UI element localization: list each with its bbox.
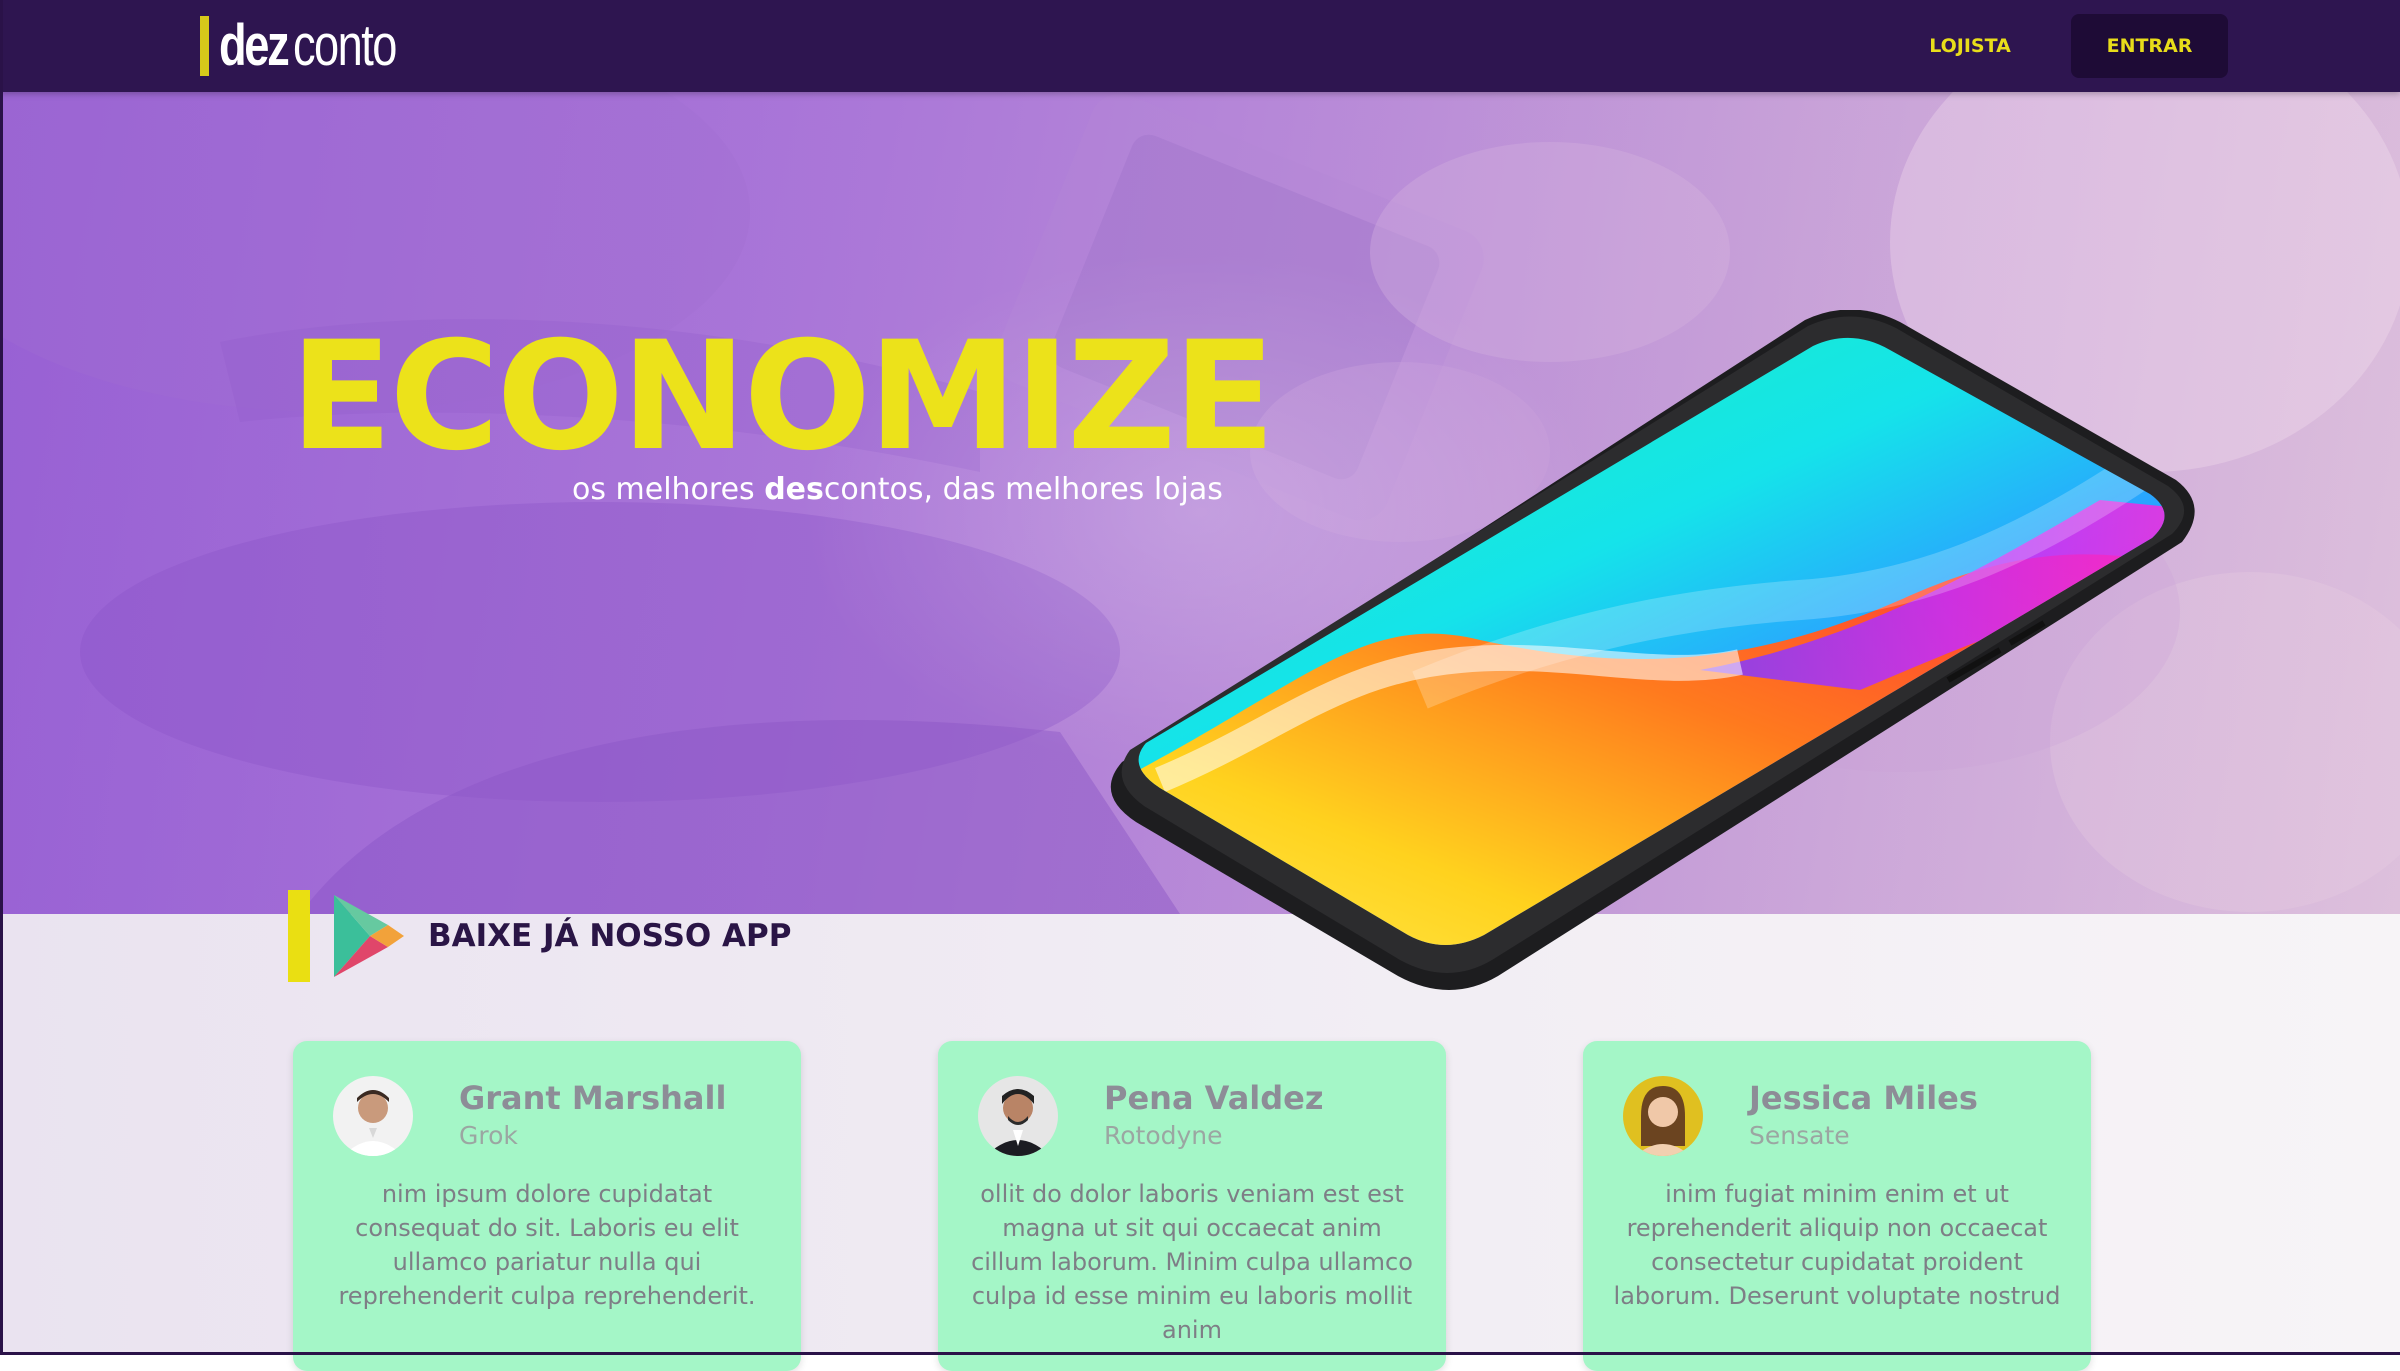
cta-accent-bar bbox=[288, 890, 310, 982]
testimonial-text: nim ipsum dolore cupidatat consequat do … bbox=[338, 1180, 756, 1310]
hero-subtitle-bold: des bbox=[764, 472, 824, 507]
testimonial-company: Grok bbox=[459, 1121, 518, 1150]
download-app-label: BAIXE JÁ NOSSO APP bbox=[428, 918, 792, 954]
page-frame-edge bbox=[0, 0, 3, 1355]
testimonial-card: Grant Marshall Grok nim ipsum dolore cup… bbox=[293, 1041, 801, 1371]
testimonial-company: Rotodyne bbox=[1104, 1121, 1223, 1150]
smartphone-illustration bbox=[1110, 310, 2195, 990]
testimonial-name: Pena Valdez bbox=[1104, 1079, 1324, 1117]
testimonial-card: Jessica Miles Sensate inim fugiat minim … bbox=[1583, 1041, 2091, 1371]
logo-accent-bar bbox=[200, 16, 209, 76]
avatar bbox=[978, 1076, 1058, 1156]
testimonial-text: ollit do dolor laboris veniam est est ma… bbox=[971, 1180, 1413, 1344]
avatar bbox=[1623, 1076, 1703, 1156]
top-navbar: dez conto LOJISTA ENTRAR bbox=[0, 0, 2400, 92]
avatar bbox=[333, 1076, 413, 1156]
testimonial-text: inim fugiat minim enim et ut reprehender… bbox=[1613, 1180, 2061, 1310]
hero-subtitle-start: os melhores bbox=[572, 472, 765, 507]
google-play-icon bbox=[334, 895, 404, 977]
logo-prefix: dez bbox=[219, 13, 290, 78]
testimonial-name: Grant Marshall bbox=[459, 1079, 727, 1117]
testimonial-name: Jessica Miles bbox=[1749, 1079, 1978, 1117]
lojista-link[interactable]: LOJISTA bbox=[1900, 22, 2040, 70]
logo-suffix: conto bbox=[293, 13, 397, 78]
entrar-button[interactable]: ENTRAR bbox=[2071, 14, 2228, 78]
testimonial-card: Pena Valdez Rotodyne ollit do dolor labo… bbox=[938, 1041, 1446, 1371]
dezconto-logo[interactable]: dez conto bbox=[200, 14, 425, 78]
testimonial-company: Sensate bbox=[1749, 1121, 1850, 1150]
download-app-link[interactable]: BAIXE JÁ NOSSO APP bbox=[288, 888, 791, 984]
